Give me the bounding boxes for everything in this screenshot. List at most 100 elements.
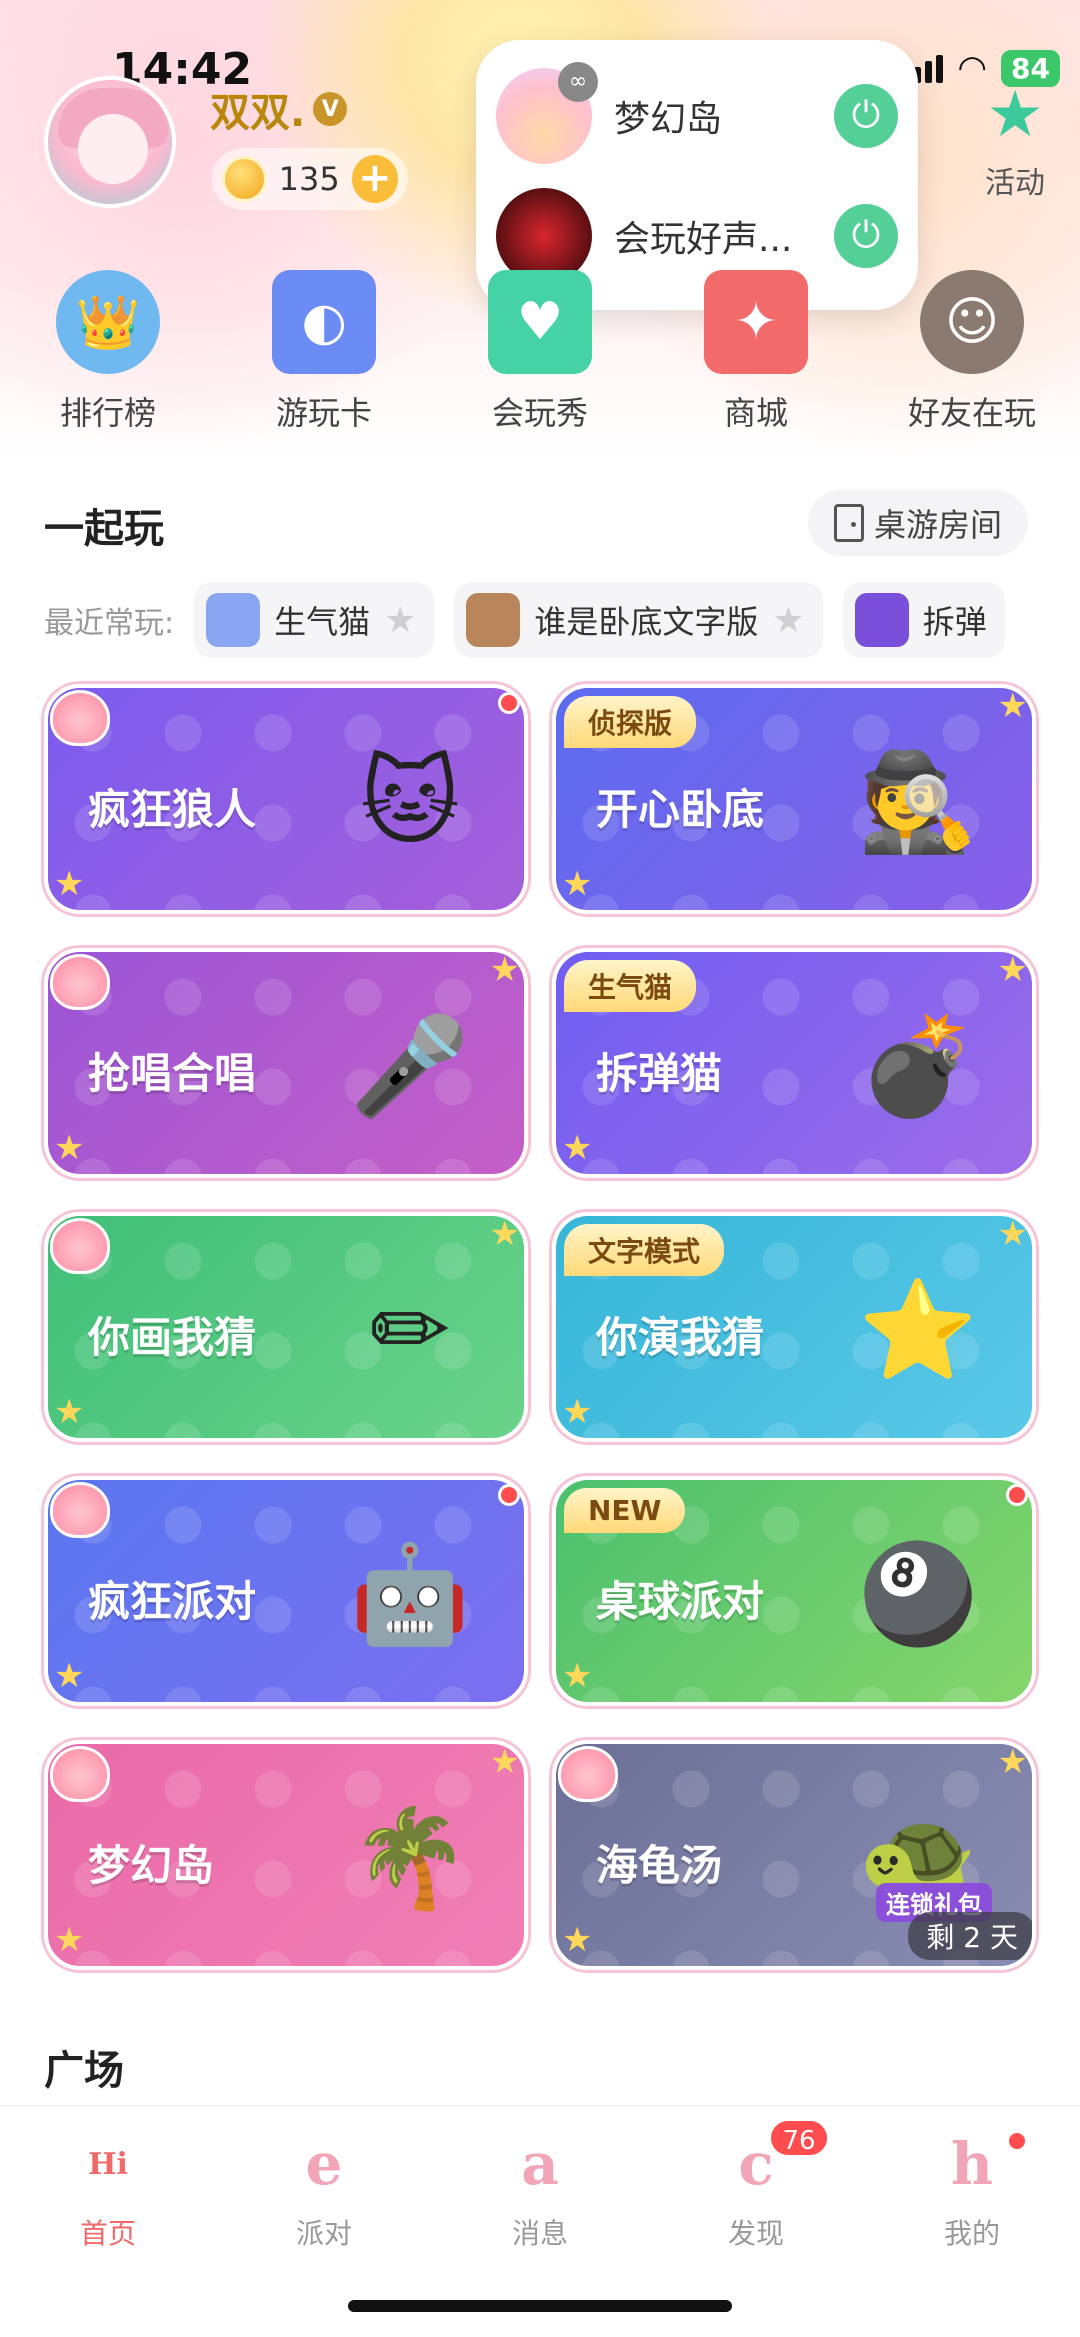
tab-label: 我的 (943, 2217, 1000, 2250)
home-indicator (348, 2300, 732, 2312)
activity-button[interactable]: ★ 活动 (980, 80, 1050, 202)
add-coins-button[interactable]: + (351, 155, 398, 203)
board-game-room-button[interactable]: 桌游房间 (807, 490, 1028, 556)
game-title: 疯狂狼人 (88, 785, 257, 834)
nav-label: 好友在玩 (907, 394, 1036, 432)
section-title-square: 广场 (44, 2048, 124, 2094)
star-icon: ★ (489, 1214, 520, 1254)
game-card-werewolf[interactable]: 🐱 疯狂狼人 ★ (44, 684, 528, 914)
game-card-act-guess[interactable]: 文字模式 ★ ⭐ 你演我猜 ★ (552, 1212, 1036, 1442)
tab-party[interactable]: e 派对 (224, 2122, 424, 2275)
tab-label: 发现 (727, 2217, 784, 2250)
tab-profile[interactable]: h 我的 (872, 2122, 1072, 2275)
messages-a-icon: a (521, 2130, 559, 2198)
party-e-icon: e (305, 2130, 343, 2198)
shop-icon: ✦ (704, 270, 808, 374)
game-thumbnail (206, 593, 261, 647)
nav-label: 会玩秀 (491, 394, 588, 432)
tab-discover[interactable]: c 发现 76 (656, 2118, 856, 2275)
star-icon: ★ (562, 864, 593, 904)
section-title-play: 一起玩 (44, 506, 164, 552)
game-title: 海龟汤 (596, 1841, 723, 1890)
bottom-tab-bar: Hi 首页 e 派对 a 消息 c 发现 76 h 我的 (0, 2105, 1080, 2275)
room-thumbnail: ∞ (496, 62, 598, 164)
username[interactable]: 双双. V (210, 80, 348, 138)
star-icon: ★ (489, 1742, 520, 1782)
star-character-illustration: ⭐ (858, 1273, 978, 1386)
astronaut-cat-illustration: 🤖 (350, 1537, 470, 1650)
eight-ball-illustration: 🎱 (858, 1537, 978, 1650)
game-title: 开心卧底 (596, 785, 765, 834)
tab-messages[interactable]: a 消息 (440, 2122, 640, 2275)
game-card-undercover[interactable]: 侦探版 ★ 🕵 开心卧底 ★ (552, 684, 1036, 914)
notification-dot (498, 692, 520, 714)
game-title: 梦幻岛 (88, 1841, 215, 1890)
star-icon: ★ (54, 1920, 85, 1960)
game-tag: 侦探版 (564, 696, 697, 748)
favorite-star-icon[interactable]: ★ (772, 600, 804, 641)
nav-label: 游玩卡 (275, 394, 372, 432)
recent-label: 最近常玩: (44, 606, 175, 641)
recent-game-chip[interactable]: 生气猫 ★ (194, 582, 435, 658)
verified-badge-icon: V (313, 92, 348, 126)
star-icon: ★ (54, 1656, 85, 1696)
profile-h-icon: h (950, 2130, 994, 2198)
star-icon: ★ (54, 1128, 85, 1168)
island-illustration: 🌴 (350, 1801, 470, 1914)
favorite-star-icon[interactable]: ★ (384, 600, 416, 641)
pencil-illustration: ✏ (369, 1274, 451, 1386)
friend-avatar-icon: ☺ (920, 270, 1024, 374)
nav-show[interactable]: ♥ 会玩秀 (440, 270, 640, 434)
cat-girl-illustration: 🐱 (359, 746, 461, 858)
game-thumbnail (854, 593, 909, 647)
tab-label: 消息 (511, 2217, 568, 2250)
coin-amount: 135 (278, 160, 340, 198)
game-card-dream-island[interactable]: ★ 🌴 梦幻岛 ★ (44, 1740, 528, 1970)
peach-icon (50, 1482, 110, 1538)
home-cat-icon: Hi (88, 2146, 128, 2182)
game-title: 你画我猜 (88, 1313, 257, 1362)
game-card-party[interactable]: 🤖 疯狂派对 ★ (44, 1476, 528, 1706)
username-text: 双双. (210, 90, 306, 136)
recent-game-chip[interactable]: 拆弹 (842, 582, 1005, 658)
card-icon: ◐ (272, 270, 376, 374)
nav-shop[interactable]: ✦ 商城 (656, 270, 856, 434)
game-card-turtle-soup[interactable]: ★ 🐢 海龟汤 连锁礼包 剩 2 天 ★ (552, 1740, 1036, 1970)
nav-friends-playing[interactable]: ☺ 好友在玩 (872, 270, 1072, 434)
coin-icon (222, 156, 267, 202)
game-thumbnail (466, 593, 521, 647)
peach-icon (50, 954, 110, 1010)
nav-leaderboard[interactable]: 👑 排行榜 (8, 270, 208, 434)
nav-play-card[interactable]: ◐ 游玩卡 (224, 270, 424, 434)
tab-label: 首页 (79, 2217, 136, 2250)
notification-dot (1006, 2130, 1028, 2152)
power-icon[interactable]: ⏻ (834, 204, 898, 268)
game-card-bomb-cat[interactable]: 生气猫 ★ 💣 拆弹猫 ★ (552, 948, 1036, 1178)
notification-dot (1006, 1484, 1028, 1506)
tab-home[interactable]: Hi 首页 (8, 2122, 208, 2275)
recent-games: 最近常玩: 生气猫 ★ 谁是卧底文字版 ★ 拆弹 (44, 580, 1080, 660)
star-icon: ★ (562, 1392, 593, 1432)
game-title: 桌球派对 (596, 1577, 765, 1626)
peach-icon (50, 1218, 110, 1274)
power-icon[interactable]: ⏻ (834, 84, 898, 148)
game-title: 疯狂派对 (88, 1577, 257, 1626)
recent-game-chip[interactable]: 谁是卧底文字版 ★ (454, 582, 823, 658)
star-icon: ★ (997, 686, 1028, 726)
user-avatar[interactable] (44, 76, 176, 208)
peach-icon (50, 690, 110, 746)
game-card-billiards[interactable]: NEW 🎱 桌球派对 ★ (552, 1476, 1036, 1706)
coin-balance[interactable]: 135 + (212, 148, 408, 210)
crown-avatar-icon: 👑 (56, 270, 160, 374)
tab-label: 派对 (295, 2217, 352, 2250)
link-icon: ∞ (558, 62, 598, 102)
room-button-label: 桌游房间 (873, 506, 1002, 544)
game-card-sing[interactable]: ★ 🎤 抢唱合唱 ★ (44, 948, 528, 1178)
game-card-draw-guess[interactable]: ★ ✏ 你画我猜 ★ (44, 1212, 528, 1442)
popup-room-row[interactable]: ∞ 梦幻岛 ⏻ (496, 56, 898, 176)
star-icon: ★ (562, 1128, 593, 1168)
game-tag: NEW (564, 1488, 686, 1533)
activity-label: 活动 (985, 166, 1045, 201)
nav-label: 排行榜 (59, 394, 156, 432)
detective-illustration: 🕵 (858, 745, 978, 858)
